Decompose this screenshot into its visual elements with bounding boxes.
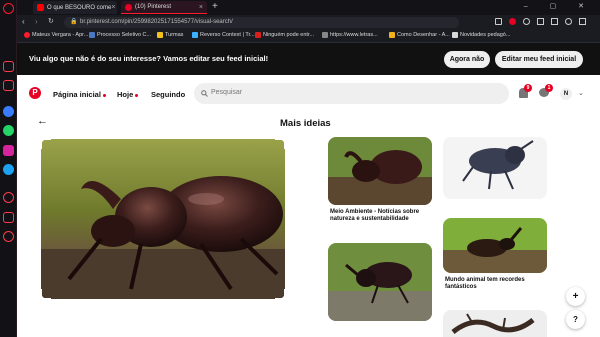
home-dot — [102, 93, 106, 97]
opera-icon[interactable] — [3, 3, 14, 14]
bookmark-item[interactable]: Ninguém pode entr... — [255, 32, 314, 38]
reload-icon[interactable]: ↻ — [48, 17, 54, 25]
bookmark-item[interactable]: https://www.letras... — [322, 32, 378, 38]
search-icon — [201, 90, 208, 97]
pin-caption[interactable]: Meio Ambiente - Notícias sobre natureza … — [330, 209, 435, 223]
pin-card[interactable] — [443, 137, 547, 199]
avatar[interactable]: N — [560, 88, 572, 100]
settings-icon[interactable] — [3, 231, 14, 242]
feed-edit-banner: Viu algo que não é do seu interesse? Vam… — [17, 43, 600, 75]
not-now-button[interactable]: Agora não — [444, 51, 490, 68]
clock-icon[interactable] — [3, 192, 14, 203]
extension-icons[interactable] — [495, 18, 590, 27]
main-pin-image[interactable] — [41, 139, 285, 299]
beetle-image — [41, 139, 285, 299]
downloads-icon[interactable] — [3, 212, 14, 223]
nav-following[interactable]: Seguindo — [151, 90, 185, 99]
whatsapp-icon[interactable] — [3, 125, 14, 136]
tab-strip: O que BESOURO come × (10) Pinterest × + … — [17, 0, 600, 15]
youtube-icon — [37, 4, 44, 11]
new-tab-button[interactable]: + — [212, 1, 218, 12]
edit-feed-button[interactable]: Editar meu feed inicial — [495, 51, 583, 68]
bookmark-item[interactable]: Mateus Vergara - Apr... — [24, 32, 88, 38]
help-button[interactable]: ? — [566, 310, 585, 329]
nav-today[interactable]: Hoje — [117, 90, 139, 99]
tab-pinterest[interactable]: (10) Pinterest × — [121, 1, 207, 14]
home-icon[interactable] — [3, 61, 14, 72]
pinterest-logo-icon[interactable]: P — [29, 87, 41, 99]
pin-image — [443, 218, 547, 273]
news-icon[interactable] — [3, 80, 14, 91]
crop-corner-tl[interactable] — [39, 137, 51, 149]
crop-corner-br[interactable] — [275, 289, 287, 301]
nav-home[interactable]: Página inicial — [53, 90, 106, 99]
pin-image — [328, 137, 432, 205]
notifications-badge: 9 — [524, 84, 532, 92]
back-nav-icon[interactable]: ‹ — [22, 17, 25, 26]
crop-corner-tr[interactable] — [275, 137, 287, 149]
add-button[interactable]: + — [566, 287, 585, 306]
url-text: br.pinterest.com/pin/259982025171554577/… — [80, 19, 233, 25]
pin-image — [443, 310, 547, 337]
pin-card[interactable] — [443, 218, 547, 273]
pin-image — [443, 137, 547, 199]
twitter-icon[interactable] — [3, 164, 14, 175]
pin-image — [328, 243, 432, 321]
pin-caption[interactable]: Mundo animal tem recordes fantásticos — [445, 277, 550, 291]
browser-sidebar — [0, 0, 17, 337]
banner-text: Viu algo que não é do seu interesse? Vam… — [29, 54, 269, 63]
bookmarks-bar: Mateus Vergara - Apr... Processo Seletiv… — [17, 30, 600, 43]
close-icon[interactable]: × — [199, 4, 203, 11]
pin-card[interactable] — [328, 137, 432, 205]
forward-nav-icon[interactable]: › — [35, 17, 38, 26]
search-input[interactable]: Pesquisar — [194, 83, 509, 104]
tab-label: O que BESOURO come — [47, 4, 112, 11]
page-title: Mais ideias — [280, 118, 331, 129]
search-placeholder: Pesquisar — [211, 89, 243, 96]
instagram-icon[interactable] — [3, 145, 14, 156]
bookmark-item[interactable]: Como Desenhar - A... — [389, 32, 450, 38]
pinterest-page: P Página inicial Hoje Seguindo Pesquisar… — [17, 75, 600, 337]
lock-icon: 🔒 — [70, 19, 78, 25]
bookmark-item[interactable]: Reverso Context | Tr... — [192, 32, 255, 38]
tab-label: (10) Pinterest — [135, 4, 172, 10]
window-controls[interactable]: – ▢ ✕ — [524, 2, 594, 10]
bookmark-item[interactable]: Turmas — [157, 32, 183, 38]
bookmark-item[interactable]: Processo Seletivo C... — [89, 32, 151, 38]
url-field[interactable]: 🔒 br.pinterest.com/pin/25998202517155457… — [64, 17, 459, 28]
pin-card[interactable] — [443, 310, 547, 337]
pinterest-icon — [125, 3, 132, 11]
address-bar-row: ‹ › ↻ 🔒 br.pinterest.com/pin/25998202517… — [17, 15, 600, 30]
messenger-icon[interactable] — [3, 106, 14, 117]
crop-corner-bl[interactable] — [39, 289, 51, 301]
tab-besouro[interactable]: O que BESOURO come × — [33, 1, 117, 14]
close-icon[interactable]: × — [111, 4, 115, 11]
chevron-down-icon[interactable]: ⌄ — [578, 89, 584, 97]
pin-card[interactable] — [328, 243, 432, 321]
messages-badge: 1 — [545, 84, 553, 92]
today-dot — [135, 93, 139, 97]
bookmark-item[interactable]: Novidades pedagó... — [452, 32, 510, 38]
back-arrow-icon[interactable]: ← — [37, 115, 48, 127]
